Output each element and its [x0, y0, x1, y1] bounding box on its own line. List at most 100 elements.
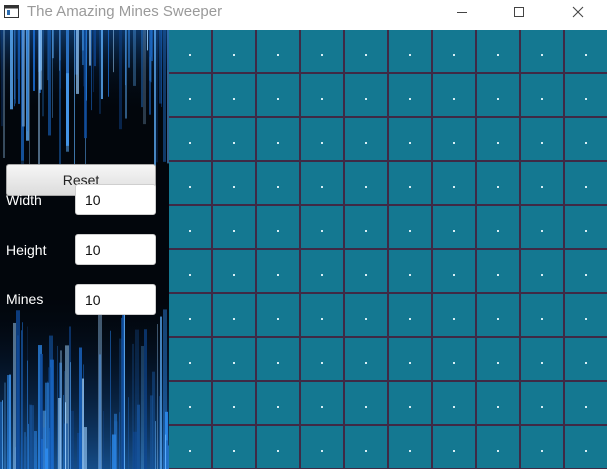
mine-cell[interactable] [169, 206, 211, 248]
mine-cell[interactable] [257, 118, 299, 160]
mine-cell[interactable] [521, 382, 563, 424]
mine-cell[interactable] [565, 162, 607, 204]
mine-cell[interactable] [345, 426, 387, 468]
mine-cell[interactable] [257, 206, 299, 248]
mine-cell[interactable] [213, 74, 255, 116]
mine-cell[interactable] [389, 30, 431, 72]
mine-cell[interactable] [345, 382, 387, 424]
mine-cell[interactable] [169, 118, 211, 160]
close-button[interactable] [555, 0, 601, 24]
mine-cell[interactable] [565, 294, 607, 336]
mine-cell[interactable] [521, 162, 563, 204]
mine-cell[interactable] [521, 426, 563, 468]
mine-cell[interactable] [565, 74, 607, 116]
mine-cell[interactable] [433, 294, 475, 336]
mine-cell[interactable] [257, 426, 299, 468]
mine-cell[interactable] [213, 118, 255, 160]
mine-cell[interactable] [389, 162, 431, 204]
mine-cell[interactable] [213, 426, 255, 468]
mine-cell[interactable] [389, 382, 431, 424]
mine-cell[interactable] [389, 426, 431, 468]
mine-cell[interactable] [477, 74, 519, 116]
mine-cell[interactable] [301, 382, 343, 424]
mine-cell[interactable] [477, 338, 519, 380]
mine-cell[interactable] [521, 30, 563, 72]
mine-cell[interactable] [565, 30, 607, 72]
mine-cell[interactable] [477, 382, 519, 424]
mine-cell[interactable] [345, 30, 387, 72]
mine-cell[interactable] [213, 30, 255, 72]
mine-cell[interactable] [389, 74, 431, 116]
mine-cell[interactable] [169, 294, 211, 336]
mine-cell[interactable] [213, 382, 255, 424]
mine-cell[interactable] [169, 382, 211, 424]
mine-cell[interactable] [389, 118, 431, 160]
mine-cell[interactable] [521, 338, 563, 380]
mine-cell[interactable] [565, 250, 607, 292]
maximize-button[interactable] [496, 0, 542, 24]
mine-cell[interactable] [257, 74, 299, 116]
mine-cell[interactable] [433, 118, 475, 160]
mine-cell[interactable] [257, 338, 299, 380]
mine-cell[interactable] [521, 118, 563, 160]
mine-cell[interactable] [301, 30, 343, 72]
mine-cell[interactable] [433, 162, 475, 204]
mine-cell[interactable] [301, 206, 343, 248]
mine-cell[interactable] [213, 206, 255, 248]
mine-cell[interactable] [433, 338, 475, 380]
mine-cell[interactable] [477, 118, 519, 160]
mine-cell[interactable] [257, 250, 299, 292]
mine-cell[interactable] [257, 30, 299, 72]
mine-cell[interactable] [477, 426, 519, 468]
mine-cell[interactable] [521, 250, 563, 292]
mine-cell[interactable] [389, 206, 431, 248]
mine-cell[interactable] [345, 294, 387, 336]
mine-cell[interactable] [433, 206, 475, 248]
mine-cell[interactable] [213, 162, 255, 204]
mine-cell[interactable] [477, 162, 519, 204]
mine-cell[interactable] [345, 206, 387, 248]
mine-cell[interactable] [169, 250, 211, 292]
mine-cell[interactable] [345, 338, 387, 380]
mine-cell[interactable] [301, 426, 343, 468]
mine-cell[interactable] [345, 250, 387, 292]
mine-cell[interactable] [565, 338, 607, 380]
mine-cell[interactable] [477, 250, 519, 292]
mine-cell[interactable] [169, 30, 211, 72]
height-input[interactable] [75, 234, 156, 265]
mine-cell[interactable] [213, 250, 255, 292]
mine-cell[interactable] [433, 250, 475, 292]
mine-cell[interactable] [301, 118, 343, 160]
mine-cell[interactable] [433, 30, 475, 72]
mine-cell[interactable] [301, 74, 343, 116]
mine-cell[interactable] [301, 250, 343, 292]
mine-cell[interactable] [433, 426, 475, 468]
width-input[interactable] [75, 184, 156, 215]
mine-cell[interactable] [477, 206, 519, 248]
mine-cell[interactable] [477, 30, 519, 72]
mine-cell[interactable] [257, 162, 299, 204]
mine-cell[interactable] [213, 294, 255, 336]
minimize-button[interactable] [439, 0, 485, 24]
mine-cell[interactable] [169, 426, 211, 468]
mine-cell[interactable] [169, 162, 211, 204]
mine-cell[interactable] [389, 294, 431, 336]
mine-cell[interactable] [565, 118, 607, 160]
mine-cell[interactable] [257, 294, 299, 336]
mine-cell[interactable] [521, 294, 563, 336]
mine-cell[interactable] [345, 162, 387, 204]
mine-cell[interactable] [301, 338, 343, 380]
mine-cell[interactable] [477, 294, 519, 336]
mine-cell[interactable] [389, 338, 431, 380]
mine-cell[interactable] [521, 206, 563, 248]
mine-cell[interactable] [389, 250, 431, 292]
mine-cell[interactable] [345, 74, 387, 116]
mine-cell[interactable] [213, 338, 255, 380]
mine-cell[interactable] [433, 382, 475, 424]
mine-cell[interactable] [345, 118, 387, 160]
mine-cell[interactable] [257, 382, 299, 424]
mine-cell[interactable] [565, 206, 607, 248]
mine-cell[interactable] [433, 74, 475, 116]
mine-cell[interactable] [521, 74, 563, 116]
mine-cell[interactable] [565, 426, 607, 468]
